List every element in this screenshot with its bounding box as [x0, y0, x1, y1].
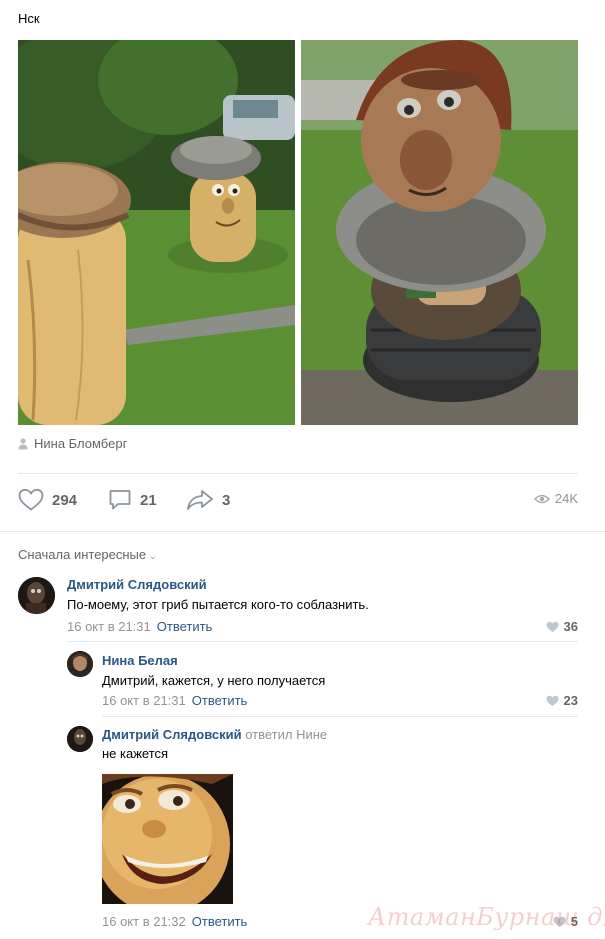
comment-text: По-моему, этот гриб пытается кого-то соб…: [67, 597, 369, 612]
watermark: АтаманБурнаш для ЯП: [368, 903, 605, 931]
chevron-down-icon: ⌄: [149, 551, 157, 561]
reply-to-label[interactable]: ответил Нине: [245, 727, 327, 742]
comment-date[interactable]: 16 окт в 21:32: [102, 914, 186, 929]
views-count: 24K: [554, 491, 578, 506]
post-photo-gnome[interactable]: [301, 40, 578, 425]
comment-like-count: 36: [563, 619, 578, 634]
share-icon: [187, 490, 213, 510]
share-count: 3: [222, 491, 231, 509]
comment-like-button[interactable]: 36: [546, 619, 578, 634]
comment-author[interactable]: Дмитрий Слядовский ответил Нине: [102, 727, 327, 742]
divider: [102, 716, 578, 717]
comment-date[interactable]: 16 окт в 21:31: [102, 693, 186, 708]
reply-button[interactable]: Ответить: [157, 619, 213, 634]
divider: [67, 641, 578, 642]
avatar[interactable]: [67, 726, 93, 752]
avatar[interactable]: [67, 651, 93, 677]
mushrooms-photo-image: [18, 40, 295, 425]
comment-date[interactable]: 16 окт в 21:31: [67, 619, 151, 634]
sort-label: Сначала интересные: [18, 547, 147, 562]
comment-author-name: Дмитрий Слядовский: [102, 727, 242, 742]
like-button[interactable]: 294: [18, 488, 77, 512]
post-actions-bar: 294 21 3 24K: [18, 488, 578, 518]
woody-face-image: [102, 774, 233, 904]
post-author-name: Нина Бломберг: [34, 436, 128, 451]
heart-icon: [546, 695, 559, 706]
gnome-photo-image: [301, 40, 578, 425]
avatar-image: [67, 651, 93, 677]
eye-icon: [533, 494, 550, 503]
comment-count: 21: [140, 491, 157, 509]
comment-like-button[interactable]: 23: [546, 693, 578, 708]
heart-icon: [546, 621, 559, 632]
avatar-image: [67, 726, 93, 752]
comment-meta: 16 окт в 21:31 Ответить: [67, 619, 212, 634]
post-text: Нск: [18, 11, 40, 26]
user-icon: [18, 437, 28, 449]
post-author[interactable]: Нина Бломберг: [18, 436, 127, 451]
comment-author[interactable]: Нина Белая: [102, 653, 178, 668]
comment-icon: [109, 490, 131, 510]
avatar[interactable]: [18, 577, 55, 614]
reply-button[interactable]: Ответить: [192, 914, 248, 929]
comment-meta: 16 окт в 21:31 Ответить: [102, 693, 247, 708]
views-counter: 24K: [533, 491, 578, 506]
comments-sort-dropdown[interactable]: Сначала интересные ⌄: [18, 547, 157, 562]
comment-like-count: 23: [563, 693, 578, 708]
heart-icon: [18, 488, 44, 511]
share-button[interactable]: 3: [186, 488, 230, 512]
divider: [18, 473, 578, 474]
post-photo-mushrooms[interactable]: [18, 40, 295, 425]
comment-button[interactable]: 21: [108, 488, 157, 512]
comment-attached-image[interactable]: [102, 774, 233, 904]
avatar-image: [18, 577, 55, 614]
comment-text: Дмитрий, кажется, у него получается: [102, 673, 326, 688]
divider: [0, 531, 605, 532]
comment-author[interactable]: Дмитрий Слядовский: [67, 577, 207, 592]
comment-meta: 16 окт в 21:32 Ответить: [102, 914, 247, 929]
comment-text: не кажется: [102, 746, 169, 761]
like-count: 294: [52, 491, 78, 509]
reply-button[interactable]: Ответить: [192, 693, 248, 708]
